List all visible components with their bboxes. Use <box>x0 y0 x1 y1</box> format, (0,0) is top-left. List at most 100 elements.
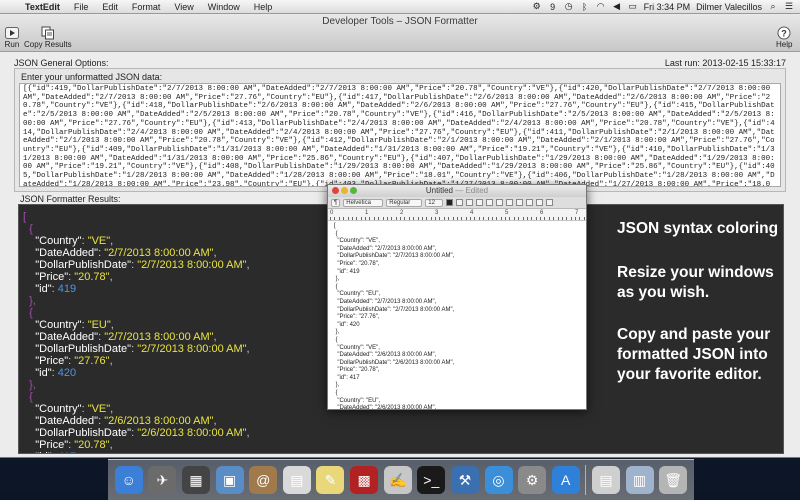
help-button[interactable]: ? Help <box>776 25 792 49</box>
launchpad-icon[interactable]: ✈ <box>148 466 177 494</box>
ruler-tick <box>421 217 423 220</box>
wifi-icon[interactable]: ◠ <box>596 1 606 12</box>
photo-booth-icon[interactable]: ▩ <box>350 466 379 494</box>
zoom-window-icon[interactable] <box>350 187 357 194</box>
ruler-tick <box>448 217 450 220</box>
result-token: { <box>23 307 33 319</box>
font-family-select[interactable]: Helvetica <box>343 198 384 207</box>
results-label: JSON Formatter Results: <box>20 194 121 204</box>
textedit-line: "DateAdded": "2/7/2013 8:00:00 AM", <box>334 298 437 305</box>
textedit-line: { <box>334 230 338 237</box>
ruler-tick <box>478 217 480 220</box>
menu-view[interactable]: View <box>167 2 200 12</box>
menu-file[interactable]: File <box>67 2 96 12</box>
menu-window[interactable]: Window <box>201 2 247 12</box>
align-left-icon[interactable] <box>496 199 504 206</box>
promo-resize-line-2: as you wish. <box>617 284 710 301</box>
line-spacing-icon[interactable] <box>536 199 544 206</box>
volume-icon[interactable]: ◀ <box>612 1 622 12</box>
ruler-tick <box>522 217 524 220</box>
result-token: "id" <box>23 451 51 453</box>
textedit-line: "id": 420 <box>334 321 360 328</box>
menu-extra-icon[interactable]: ⚙ <box>532 1 542 12</box>
textedit-line: "id": 417 <box>334 374 360 381</box>
app-store-icon[interactable]: A <box>551 466 580 494</box>
result-token: "DollarPublishDate" <box>23 427 132 439</box>
bold-icon[interactable] <box>466 199 474 206</box>
align-right-icon[interactable] <box>516 199 524 206</box>
input-group: Enter your unformatted JSON data: [{"id"… <box>14 68 786 192</box>
ruler-tick <box>343 217 345 220</box>
underline-icon[interactable] <box>486 199 494 206</box>
system-preferences-icon[interactable]: ⚙ <box>518 466 547 494</box>
spotlight-icon[interactable]: ⌕ <box>768 1 778 12</box>
textedit-line: "Country": "VE", <box>334 238 380 245</box>
finder-icon[interactable]: ☺ <box>114 466 143 494</box>
copy-results-button[interactable]: Copy Results <box>24 25 72 49</box>
promo-syntax-coloring: JSON syntax coloring <box>617 220 779 237</box>
minimize-window-icon[interactable] <box>341 187 348 194</box>
calendar-icon[interactable]: ▤ <box>282 466 311 494</box>
json-input-field[interactable]: [{"id":419,"DollarPublishDate":"2/7/2013… <box>19 83 781 187</box>
textedit-document[interactable]: [ { "Country": "VE", "DateAdded": "2/7/2… <box>334 223 582 409</box>
menu-edit[interactable]: Edit <box>95 2 125 12</box>
close-window-icon[interactable] <box>332 187 339 194</box>
time-machine-icon[interactable]: ◷ <box>564 1 574 12</box>
highlight-color-swatch[interactable] <box>456 199 464 206</box>
notes-icon[interactable]: ✎ <box>316 466 345 494</box>
terminal-icon[interactable]: >_ <box>417 466 446 494</box>
result-line: "id": 417 <box>23 451 76 453</box>
font-size-select[interactable]: 12 <box>425 198 444 207</box>
result-token: , <box>109 355 113 367</box>
safari-icon[interactable]: ◎ <box>484 466 513 494</box>
mission-control-icon[interactable]: ▦ <box>182 466 211 494</box>
battery-icon[interactable]: ▭ <box>628 1 638 12</box>
menu-format[interactable]: Format <box>125 2 168 12</box>
xcode-icon[interactable]: ⚒ <box>450 466 479 494</box>
paragraph-style-select[interactable]: ¶ <box>331 198 341 207</box>
ruler-tick <box>561 217 563 220</box>
textedit-line: "Country": "VE", <box>334 344 380 351</box>
documents-stack-icon[interactable]: ▤ <box>591 466 620 494</box>
textedit-format-bar: ¶ Helvetica Regular 12 <box>328 197 586 209</box>
text-color-swatch[interactable] <box>446 199 454 206</box>
menu-help[interactable]: Help <box>247 2 280 12</box>
result-line: [ <box>23 211 26 223</box>
ruler-tick <box>553 217 555 220</box>
italic-icon[interactable] <box>476 199 484 206</box>
result-token: , <box>109 439 113 451</box>
textedit-line: "DateAdded": "2/7/2013 8:00:00 AM", <box>334 245 437 252</box>
ruler-tick <box>583 217 585 220</box>
menu-app-name[interactable]: TextEdit <box>18 2 67 12</box>
justify-icon[interactable] <box>526 199 534 206</box>
trash-icon[interactable]: 🗑 <box>659 466 688 494</box>
result-token: "VE" <box>87 235 111 247</box>
downloads-stack-icon[interactable]: ▥ <box>625 466 654 494</box>
ruler-tick <box>435 217 436 220</box>
font-weight-select[interactable]: Regular <box>386 198 423 207</box>
align-center-icon[interactable] <box>506 199 514 206</box>
result-token: "DollarPublishDate" <box>23 259 132 271</box>
result-token: }, <box>23 379 36 391</box>
run-button[interactable]: Run <box>4 25 20 49</box>
result-token: "2/7/2013 8:00:00 AM" <box>137 343 247 355</box>
notification-center-icon[interactable]: ☰ <box>784 1 794 12</box>
list-icon[interactable] <box>546 199 554 206</box>
result-token: "DateAdded" <box>23 247 99 259</box>
textedit-ruler[interactable]: 0 1 2 3 4 5 6 7 <box>328 209 586 221</box>
battery-count[interactable]: 9 <box>548 2 558 12</box>
result-token: 417 <box>58 451 76 453</box>
preview-icon[interactable]: ▣ <box>215 466 244 494</box>
menu-user[interactable]: Dilmer Valecillos <box>696 2 762 12</box>
ruler-tick <box>465 217 467 220</box>
result-line: "DollarPublishDate": "2/7/2013 8:00:00 A… <box>23 343 249 355</box>
ruler-tick <box>356 217 358 220</box>
textedit-icon[interactable]: ✍ <box>383 466 412 494</box>
input-label: Enter your unformatted JSON data: <box>21 72 163 82</box>
bluetooth-icon[interactable]: ᛒ <box>580 2 590 12</box>
ruler-tick <box>570 217 572 220</box>
contacts-icon[interactable]: @ <box>249 466 278 494</box>
textedit-line: }, <box>334 276 340 283</box>
ruler-number: 0 <box>330 210 334 216</box>
menu-clock[interactable]: Fri 3:34 PM <box>644 2 691 12</box>
